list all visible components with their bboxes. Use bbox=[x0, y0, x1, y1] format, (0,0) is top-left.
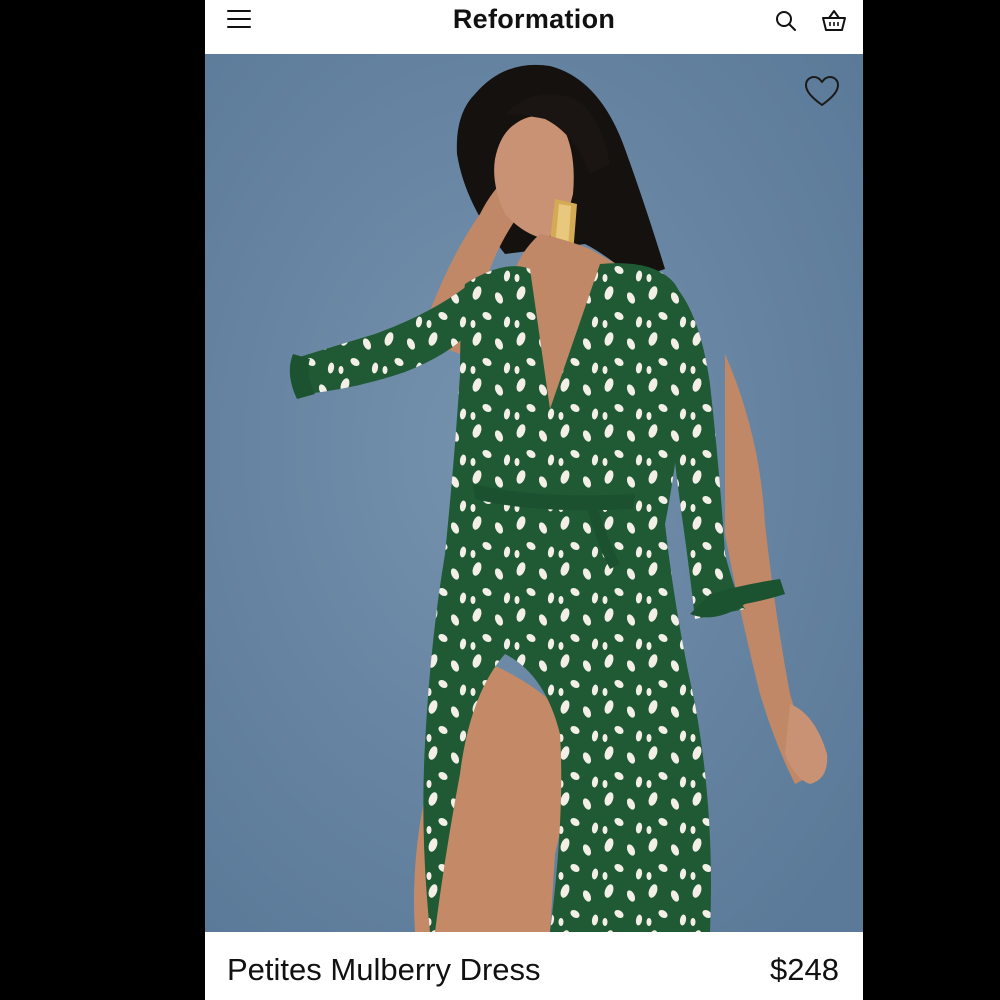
search-icon[interactable] bbox=[773, 8, 799, 34]
product-name[interactable]: Petites Mulberry Dress bbox=[227, 952, 541, 988]
product-info-bar[interactable]: Petites Mulberry Dress $248 bbox=[205, 932, 863, 1000]
product-page: Reformation Petites Mulberry Dress $248 bbox=[205, 0, 863, 1000]
shopping-bag-icon[interactable] bbox=[820, 8, 846, 34]
top-nav-bar: Reformation bbox=[205, 0, 863, 54]
model-photo bbox=[205, 54, 863, 932]
product-price: $248 bbox=[770, 952, 839, 987]
heart-outline-icon[interactable] bbox=[803, 74, 841, 110]
product-image[interactable] bbox=[205, 54, 863, 932]
brand-logo[interactable]: Reformation bbox=[205, 4, 863, 35]
